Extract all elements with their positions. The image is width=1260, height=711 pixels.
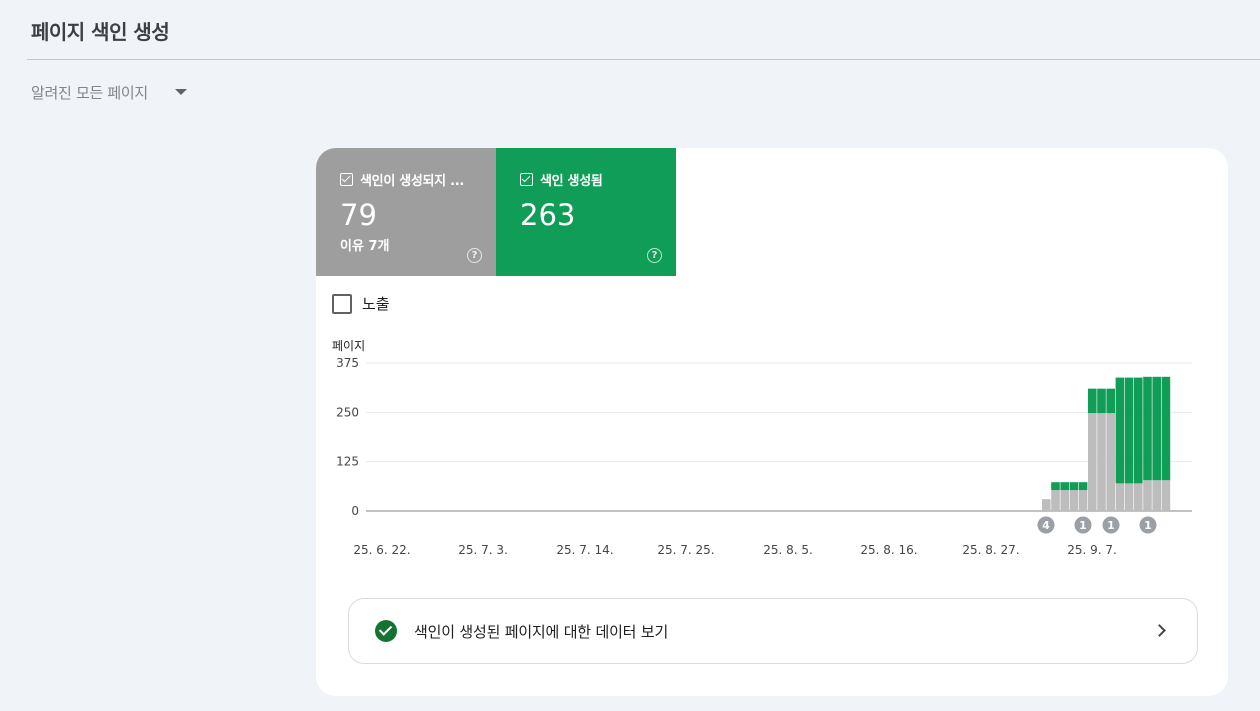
y-tick-label: 375: [336, 356, 359, 370]
x-tick-label: 25. 7. 25.: [657, 543, 714, 557]
checkbox-checked-icon: [340, 173, 353, 186]
bar-not-indexed: [1106, 413, 1115, 511]
page-filter-label: 알려진 모든 페이지: [31, 83, 148, 102]
pages-chart: 페이지 375 250 125 0 25. 6. 22. 25. 7. 3. 25. 7. 1…: [332, 339, 1192, 557]
page-title: 페이지 색인 생성: [31, 20, 170, 44]
y-tick-label: 125: [336, 455, 359, 469]
x-tick-label: 25. 7. 3.: [458, 543, 508, 557]
annotation-count: 1: [1144, 519, 1152, 532]
bar-not-indexed: [1115, 483, 1125, 511]
x-tick-label: 25. 6. 22.: [353, 543, 410, 557]
bar-indexed: [1115, 377, 1125, 484]
view-indexed-data-label: 색인이 생성된 페이지에 대한 데이터 보기: [414, 622, 669, 641]
tile-indexed-value: 263: [520, 198, 576, 232]
bar-not-indexed: [1152, 480, 1161, 511]
tile-not-indexed-label: 색인이 생성되지 ...: [360, 174, 464, 189]
checkbox-checked-icon: [520, 173, 533, 186]
annotation-count: 1: [1107, 519, 1115, 532]
page-filter-dropdown[interactable]: 알려진 모든 페이지: [31, 80, 187, 104]
tile-not-indexed[interactable]: 색인이 생성되지 ... 79 이유 7개 ?: [316, 148, 496, 276]
bar-not-indexed: [1124, 483, 1134, 511]
bar-not-indexed: [1051, 490, 1060, 511]
bar-indexed: [1088, 388, 1097, 414]
bar-indexed: [1124, 377, 1134, 484]
report-card: 색인이 생성되지 ... 79 이유 7개 ? 색인 생성됨 263 ? 노출 …: [316, 148, 1228, 696]
tile-indexed[interactable]: 색인 생성됨 263 ?: [496, 148, 676, 276]
bar-not-indexed: [1161, 480, 1171, 511]
x-tick-label: 25. 8. 16.: [860, 543, 917, 557]
tile-indexed-label: 색인 생성됨: [540, 174, 603, 189]
bar-indexed: [1051, 482, 1060, 491]
bar-not-indexed: [1078, 490, 1088, 511]
annotation-count: 4: [1042, 519, 1050, 532]
impressions-toggle[interactable]: 노출: [332, 293, 390, 314]
bar-indexed: [1152, 376, 1161, 481]
bar-not-indexed: [1060, 490, 1069, 511]
x-tick-label: 25. 8. 5.: [763, 543, 813, 557]
bar-indexed: [1143, 376, 1152, 481]
help-icon[interactable]: ?: [467, 248, 482, 263]
chevron-down-icon: [174, 89, 187, 95]
view-indexed-data-button[interactable]: 색인이 생성된 페이지에 대한 데이터 보기: [348, 598, 1198, 664]
tile-not-indexed-value: 79: [340, 198, 377, 232]
bar-indexed: [1060, 482, 1069, 491]
bar-indexed: [1106, 388, 1115, 414]
bar-not-indexed: [1042, 499, 1051, 511]
x-tick-label: 25. 9. 7.: [1067, 543, 1117, 557]
bar-indexed: [1134, 377, 1143, 484]
y-tick-label: 0: [351, 504, 359, 518]
bar-not-indexed: [1088, 413, 1097, 511]
x-tick-label: 25. 8. 27.: [962, 543, 1019, 557]
bar-indexed: [1161, 376, 1171, 481]
impressions-label: 노출: [362, 295, 390, 313]
chevron-right-icon: [1153, 624, 1166, 637]
bar-indexed: [1069, 482, 1079, 491]
bar-not-indexed: [1097, 413, 1106, 511]
bar-indexed: [1078, 482, 1088, 491]
bar-not-indexed: [1134, 483, 1143, 511]
annotation-count: 1: [1079, 519, 1087, 532]
bar-indexed: [1097, 388, 1106, 414]
tile-indexed-header: 색인 생성됨: [520, 170, 676, 189]
tile-not-indexed-header: 색인이 생성되지 ...: [340, 170, 496, 189]
bar-not-indexed: [1143, 480, 1152, 511]
title-divider: [27, 59, 1260, 60]
check-circle-icon: [375, 620, 397, 642]
bar-not-indexed: [1069, 490, 1079, 511]
y-axis-title: 페이지: [332, 339, 365, 353]
impressions-checkbox[interactable]: [332, 293, 352, 314]
help-icon[interactable]: ?: [647, 248, 662, 263]
x-tick-label: 25. 7. 14.: [556, 543, 613, 557]
y-tick-label: 250: [336, 405, 359, 419]
